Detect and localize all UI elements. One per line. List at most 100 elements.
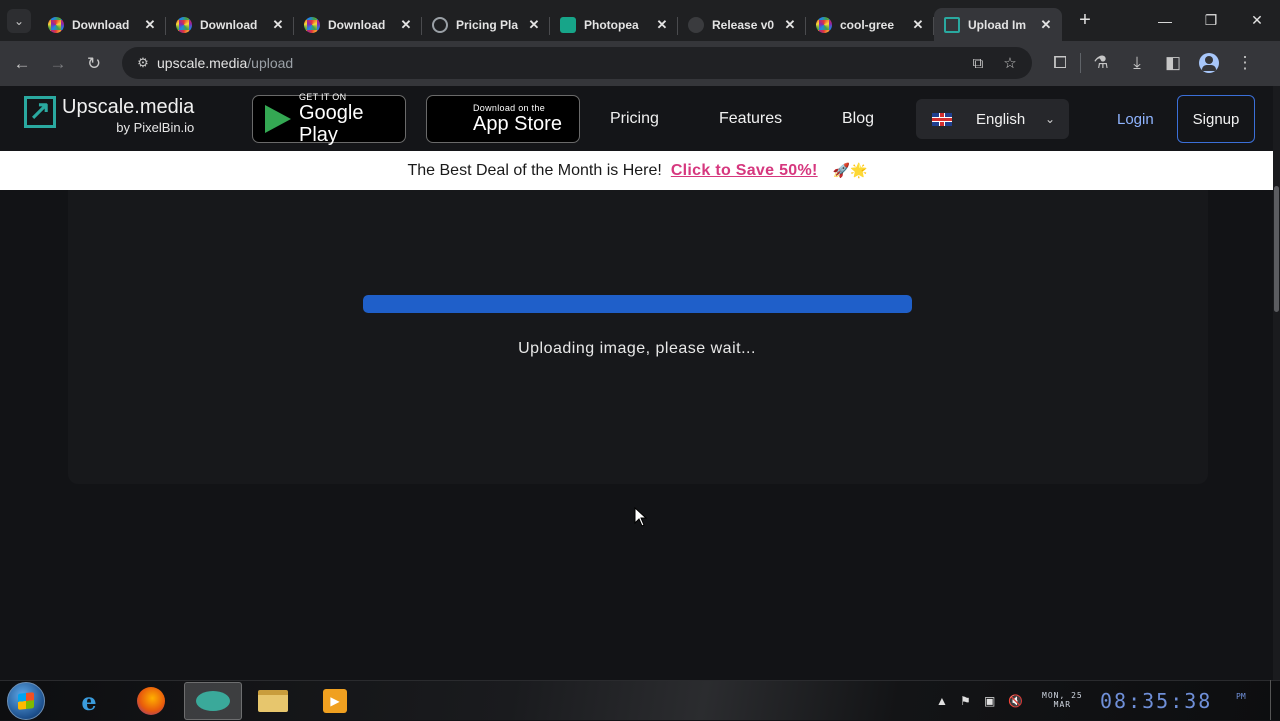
nav-features[interactable]: Features bbox=[719, 110, 782, 128]
network-icon[interactable]: ▣ bbox=[984, 681, 995, 721]
apple-icon bbox=[437, 104, 467, 134]
close-tab-icon[interactable]: ✕ bbox=[142, 17, 158, 33]
clock-date[interactable]: MON, 25 MAR bbox=[1042, 691, 1083, 709]
chevron-down-icon: ⌄ bbox=[7, 8, 31, 33]
browser-toolbar: ← → ↻ ⚙ upscale.media/upload ⧉ ☆ ⧠ ⚗ ⤓ ◧… bbox=[0, 41, 1280, 86]
download-icon[interactable]: ⤓ bbox=[1119, 45, 1155, 81]
browser-tab[interactable]: Photopea ✕ bbox=[550, 8, 678, 41]
color-ring-icon bbox=[176, 16, 192, 33]
upscale-logo-icon bbox=[24, 95, 56, 128]
back-icon[interactable]: ← bbox=[4, 46, 40, 82]
install-app-icon[interactable]: ⧉ bbox=[962, 55, 994, 72]
tray-overflow-icon[interactable]: ▲ bbox=[936, 681, 948, 721]
browser-tab[interactable]: Download ✕ bbox=[294, 8, 422, 41]
profile-avatar-icon[interactable] bbox=[1191, 45, 1227, 81]
taskbar-app-active-icon[interactable] bbox=[184, 682, 242, 720]
close-tab-icon[interactable]: ✕ bbox=[270, 17, 286, 33]
close-tab-icon[interactable]: ✕ bbox=[526, 17, 542, 33]
color-ring-icon bbox=[304, 16, 320, 33]
browser-tab[interactable]: Release v0 ✕ bbox=[678, 8, 806, 41]
signup-button[interactable]: Signup bbox=[1177, 95, 1255, 143]
close-window-button[interactable]: ✕ bbox=[1234, 0, 1280, 41]
clock-time[interactable]: 08:35:38 bbox=[1100, 689, 1212, 713]
restore-button[interactable]: ❐ bbox=[1188, 0, 1234, 41]
upload-status-text: Uploading image, please wait... bbox=[518, 340, 756, 357]
browser-tab[interactable]: Download ✕ bbox=[38, 8, 166, 41]
address-bar[interactable]: ⚙ upscale.media/upload ⧉ ☆ bbox=[122, 47, 1032, 79]
site-logo[interactable]: Upscale.media by PixelBin.io bbox=[24, 95, 195, 135]
language-label: English bbox=[976, 110, 1026, 128]
site-info-icon[interactable]: ⚙ bbox=[130, 55, 156, 71]
show-desktop-button[interactable] bbox=[1270, 680, 1271, 720]
browser-tabstrip: ⌄ Download ✕ Download ✕ Download ✕ Pricing Pla… bbox=[0, 0, 1280, 41]
upload-progress-fill bbox=[363, 295, 912, 313]
promo-text: The Best Deal of the Month is Here! bbox=[407, 161, 662, 179]
page-scrollbar[interactable] bbox=[1273, 86, 1280, 680]
omnibox-actions: ⧉ ☆ bbox=[962, 47, 1026, 79]
close-tab-icon[interactable]: ✕ bbox=[1038, 17, 1054, 33]
tab-title: Download bbox=[72, 17, 130, 32]
forward-icon[interactable]: → bbox=[40, 46, 76, 82]
action-center-flag-icon[interactable]: ⚑ bbox=[960, 681, 971, 721]
site-header: Upscale.media by PixelBin.io GET IT ON G… bbox=[0, 86, 1280, 151]
promo-emoji: 🚀🌟 bbox=[832, 162, 868, 178]
photopea-icon bbox=[560, 16, 576, 33]
upload-card: Uploading image, please wait... bbox=[68, 190, 1208, 484]
browser-tab[interactable]: Download ✕ bbox=[166, 8, 294, 41]
close-tab-icon[interactable]: ✕ bbox=[654, 17, 670, 33]
upload-progress-bar bbox=[363, 295, 912, 313]
github-icon bbox=[688, 16, 704, 33]
color-ring-icon bbox=[816, 16, 832, 33]
google-play-icon bbox=[263, 104, 293, 134]
media-player-icon[interactable]: ▶ bbox=[306, 682, 364, 720]
logo-name: Upscale.media bbox=[62, 96, 195, 118]
nav-pricing[interactable]: Pricing bbox=[610, 110, 659, 128]
file-explorer-icon[interactable] bbox=[244, 682, 302, 720]
scrollbar-thumb[interactable] bbox=[1274, 186, 1279, 312]
side-panel-icon[interactable]: ◧ bbox=[1155, 45, 1191, 81]
toolbar-divider bbox=[1080, 53, 1081, 73]
os-taskbar: e ▶ ▲ ⚑ ▣ 🔇 bbox=[0, 680, 1280, 720]
tab-search-button[interactable]: ⌄ bbox=[0, 0, 38, 41]
tab-title: Upload Im bbox=[968, 17, 1027, 32]
promo-cta-link[interactable]: Click to Save 50%! bbox=[671, 162, 818, 180]
volume-muted-icon[interactable]: 🔇 bbox=[1008, 681, 1023, 721]
color-ring-icon bbox=[48, 16, 64, 33]
close-tab-icon[interactable]: ✕ bbox=[782, 17, 798, 33]
google-play-button[interactable]: GET IT ON Google Play bbox=[252, 92, 406, 146]
tab-title: Download bbox=[200, 17, 258, 32]
bookmark-star-icon[interactable]: ☆ bbox=[994, 54, 1026, 72]
start-button[interactable] bbox=[7, 682, 45, 720]
promo-banner: The Best Deal of the Month is Here! Clic… bbox=[0, 151, 1275, 190]
app-store-button[interactable]: Download on the App Store bbox=[426, 95, 580, 143]
tab-title: Pricing Pla bbox=[456, 17, 519, 32]
login-link[interactable]: Login bbox=[1117, 111, 1154, 128]
toolbar-right: ⧠ ⚗ ⤓ ◧ ⋮ bbox=[1042, 45, 1263, 81]
chevron-down-icon: ⌄ bbox=[1044, 112, 1055, 126]
main-content: Uploading image, please wait... bbox=[0, 190, 1273, 680]
browser-tab[interactable]: Pricing Pla ✕ bbox=[422, 8, 550, 41]
globe-icon bbox=[432, 16, 448, 33]
tab-list: Download ✕ Download ✕ Download ✕ Pricing Pla ✕ P… bbox=[38, 0, 1062, 41]
reload-icon[interactable]: ↻ bbox=[76, 46, 112, 82]
minimize-button[interactable]: — bbox=[1142, 0, 1188, 41]
close-tab-icon[interactable]: ✕ bbox=[910, 17, 926, 33]
labs-flask-icon[interactable]: ⚗ bbox=[1083, 45, 1119, 81]
extensions-icon[interactable]: ⧠ bbox=[1042, 45, 1078, 81]
browser-tab[interactable]: cool-gree ✕ bbox=[806, 8, 934, 41]
internet-explorer-icon[interactable]: e bbox=[60, 682, 118, 720]
tab-title: cool-gree bbox=[840, 17, 895, 32]
tab-title: Download bbox=[328, 17, 386, 32]
url-text[interactable]: upscale.media/upload bbox=[157, 55, 293, 71]
close-tab-icon[interactable]: ✕ bbox=[398, 17, 414, 33]
menu-kebab-icon[interactable]: ⋮ bbox=[1227, 45, 1263, 81]
firefox-icon[interactable] bbox=[122, 682, 180, 720]
new-tab-button[interactable]: + bbox=[1068, 4, 1102, 38]
tab-title: Photopea bbox=[584, 17, 639, 32]
nav-blog[interactable]: Blog bbox=[842, 110, 874, 128]
uk-flag-icon bbox=[932, 112, 952, 126]
browser-tab[interactable]: Upload Im ✕ bbox=[934, 8, 1062, 41]
language-select[interactable]: English ⌄ bbox=[916, 99, 1069, 139]
tab-title: Release v0 bbox=[712, 17, 775, 32]
upscale-icon bbox=[944, 16, 960, 33]
